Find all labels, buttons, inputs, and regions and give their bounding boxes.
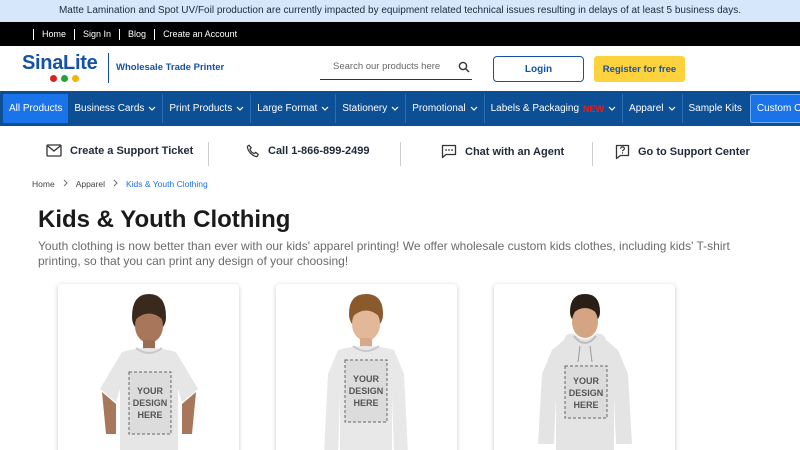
nav-stationery[interactable]: Stationery xyxy=(336,94,407,123)
support-ticket-label: Create a Support Ticket xyxy=(70,144,194,157)
print-area-text: DESIGN xyxy=(349,386,384,396)
print-area-text: HERE xyxy=(573,400,598,410)
nav-apparel[interactable]: Apparel xyxy=(623,94,683,123)
nav-large-format[interactable]: Large Format xyxy=(251,94,337,123)
search-input[interactable] xyxy=(320,54,440,78)
breadcrumb-current: Kids & Youth Clothing xyxy=(126,179,208,189)
nav-label: Print Products xyxy=(169,103,233,114)
divider xyxy=(208,142,209,166)
support-ticket-link[interactable]: Create a Support Ticket xyxy=(46,144,193,157)
top-links-bar: Home Sign In Blog Create an Account xyxy=(0,22,800,46)
support-center-link[interactable]: Go to Support Center xyxy=(615,144,750,160)
chevron-right-icon xyxy=(113,179,118,189)
print-area-text: HERE xyxy=(137,410,162,420)
divider xyxy=(400,142,401,166)
logo-dot-red xyxy=(50,75,57,82)
breadcrumb-home[interactable]: Home xyxy=(32,179,55,189)
nav-label: Apparel xyxy=(629,103,664,114)
nav-label: Custom Order xyxy=(756,103,800,114)
breadcrumb-apparel[interactable]: Apparel xyxy=(76,179,105,189)
announcement-bar: Matte Lamination and Spot UV/Foil produc… xyxy=(0,0,800,22)
chevron-right-icon xyxy=(63,179,68,189)
chevron-down-icon xyxy=(608,106,616,111)
product-card-hoodie[interactable]: YOUR DESIGN HERE xyxy=(494,284,675,450)
register-button[interactable]: Register for free xyxy=(594,56,685,82)
main-nav: All Products Business Cards Print Produc… xyxy=(0,91,800,126)
kids-long-sleeve-image: YOUR DESIGN HERE xyxy=(324,294,408,450)
nav-print-products[interactable]: Print Products xyxy=(163,94,252,123)
support-chat-link[interactable]: Chat with an Agent xyxy=(441,144,564,159)
help-icon xyxy=(615,144,630,160)
chevron-down-icon xyxy=(391,106,399,111)
logo-text: SinaLite xyxy=(22,52,98,74)
logo-dot-green xyxy=(61,75,68,82)
print-area-text: YOUR xyxy=(353,374,380,384)
new-badge: NEW xyxy=(583,103,605,114)
page-description: Youth clothing is now better than ever w… xyxy=(38,239,730,268)
page-title: Kids & Youth Clothing xyxy=(38,206,291,233)
nav-label: Stationery xyxy=(342,103,388,114)
nav-promotional[interactable]: Promotional xyxy=(406,94,485,123)
kids-hoodie-image: YOUR DESIGN HERE xyxy=(538,294,632,450)
nav-business-cards[interactable]: Business Cards xyxy=(68,94,164,123)
kids-tshirt-image: YOUR DESIGN HERE xyxy=(100,294,198,450)
nav-label: All Products xyxy=(9,103,63,114)
nav-label: Promotional xyxy=(412,103,466,114)
print-area-text: DESIGN xyxy=(569,388,604,398)
support-call-label: Call 1-866-899-2499 xyxy=(268,145,370,157)
logo-dots xyxy=(50,75,104,82)
nav-all-products[interactable]: All Products xyxy=(3,94,69,123)
tagline: Wholesale Trade Printer xyxy=(116,62,225,73)
product-card-tshirt[interactable]: YOUR DESIGN HERE xyxy=(58,284,239,450)
top-link-create-account[interactable]: Create an Account xyxy=(154,28,245,40)
nav-custom-order[interactable]: Custom Order xyxy=(749,94,800,123)
divider xyxy=(592,142,593,166)
support-center-label: Go to Support Center xyxy=(638,146,750,158)
nav-labels-packaging[interactable]: Labels & Packaging NEW xyxy=(485,94,624,123)
nav-label: Sample Kits xyxy=(688,103,742,114)
search-icon[interactable] xyxy=(458,60,470,78)
nav-label: Large Format xyxy=(257,103,318,114)
print-area-text: YOUR xyxy=(137,386,164,396)
envelope-icon xyxy=(46,144,62,157)
print-area-text: YOUR xyxy=(573,376,600,386)
chevron-down-icon xyxy=(236,106,244,111)
phone-icon xyxy=(246,144,259,158)
logo-divider xyxy=(108,53,109,83)
chevron-down-icon xyxy=(321,106,329,111)
nav-sample-kits[interactable]: Sample Kits xyxy=(683,94,748,123)
chevron-down-icon xyxy=(470,106,478,111)
print-area-text: HERE xyxy=(353,398,378,408)
product-card-long-sleeve[interactable]: YOUR DESIGN HERE xyxy=(276,284,457,450)
top-link-home[interactable]: Home xyxy=(33,28,74,40)
support-call-link[interactable]: Call 1-866-899-2499 xyxy=(246,144,370,158)
support-chat-label: Chat with an Agent xyxy=(465,145,565,158)
chevron-down-icon xyxy=(668,106,675,111)
top-link-blog[interactable]: Blog xyxy=(119,28,154,40)
nav-label: Labels & Packaging xyxy=(490,103,580,114)
nav-label: Business Cards xyxy=(74,103,145,114)
login-button[interactable]: Login xyxy=(493,56,584,82)
logo-dot-yellow xyxy=(72,75,79,82)
chevron-down-icon xyxy=(148,106,156,111)
support-bar: Create a Support Ticket Call 1-866-899-2… xyxy=(0,126,800,180)
site-header: SinaLite Wholesale Trade Printer Login R… xyxy=(0,46,800,91)
logo[interactable]: SinaLite xyxy=(22,52,104,84)
chat-icon xyxy=(441,144,457,159)
print-area-text: DESIGN xyxy=(133,398,168,408)
search-box xyxy=(320,54,472,80)
top-link-sign-in[interactable]: Sign In xyxy=(74,28,119,40)
breadcrumb: Home Apparel Kids & Youth Clothing xyxy=(32,179,208,189)
